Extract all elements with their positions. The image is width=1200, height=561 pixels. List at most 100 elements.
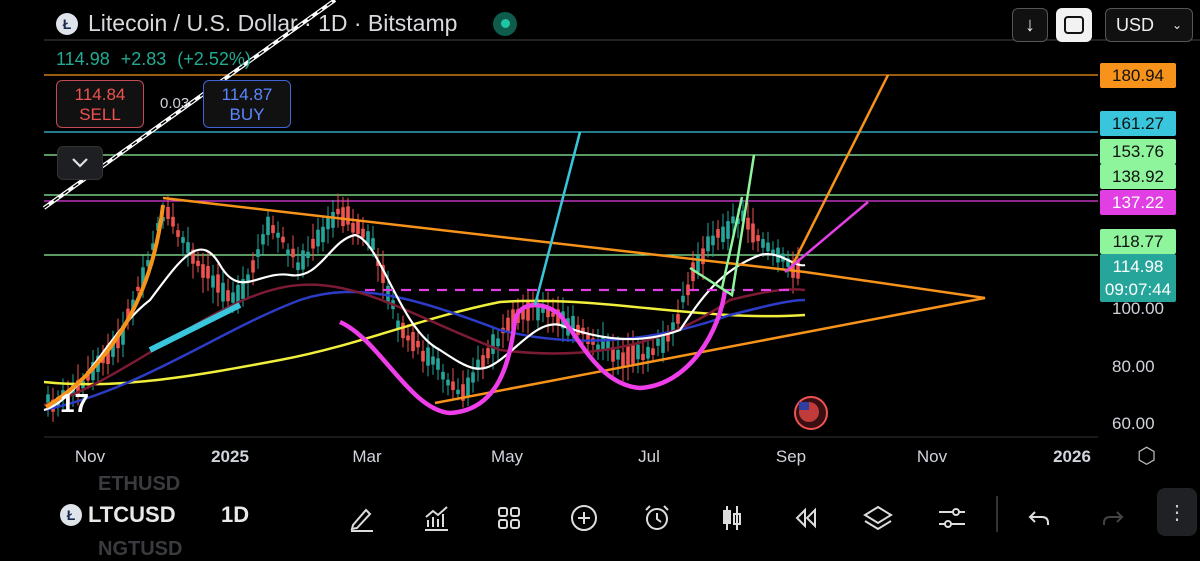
candle-body	[661, 334, 665, 353]
chart-type-button[interactable]	[714, 500, 750, 536]
candle-body	[651, 348, 655, 355]
y-axis-label: 80.00	[1112, 357, 1155, 376]
alarm-icon	[645, 505, 669, 530]
candle-body	[536, 307, 540, 321]
more-button[interactable]: ⋮	[1157, 488, 1197, 536]
fullscreen-button[interactable]	[1056, 8, 1092, 42]
more-icon: ⋮	[1167, 501, 1187, 524]
y-axis-label: 60.00	[1112, 414, 1155, 433]
x-axis-label: 2025	[211, 447, 249, 466]
candle-body	[751, 223, 755, 243]
candle-body	[356, 221, 360, 234]
candle-body	[631, 344, 635, 364]
arrow-down-icon: ↓	[1025, 13, 1035, 36]
redo-button[interactable]	[1095, 500, 1131, 536]
download-button[interactable]: ↓	[1012, 8, 1048, 42]
redo-icon	[1103, 511, 1124, 525]
candle-body	[656, 338, 660, 346]
symbol-selector[interactable]: Ł LTCUSD	[60, 502, 176, 528]
layers-icon	[863, 505, 893, 531]
candle-body	[726, 221, 730, 239]
candle-body	[296, 262, 300, 271]
candle-body	[266, 216, 270, 236]
symbol-list-item-above[interactable]: ETHUSD	[98, 473, 180, 496]
symbol-name: LTCUSD	[88, 502, 176, 527]
replay-button[interactable]	[787, 500, 823, 536]
candle-body	[616, 349, 620, 360]
candle-body	[626, 345, 630, 365]
add-button[interactable]	[566, 500, 602, 536]
candle-body	[636, 344, 640, 360]
candle-body	[166, 206, 170, 219]
candle-body	[456, 389, 460, 395]
candle-body	[696, 255, 700, 273]
candle-body	[276, 232, 280, 238]
candle-body	[306, 251, 310, 258]
undo-icon	[1028, 511, 1049, 525]
price-level-label: 153.76	[1100, 139, 1176, 164]
buy-price: 114.87	[221, 85, 273, 104]
chevron-down-icon: ⌄	[1171, 18, 1182, 32]
candle-body	[286, 249, 290, 256]
symbol-title[interactable]: Litecoin / U.S. Dollar · 1D · Bitstamp	[88, 10, 457, 37]
price-change-pct: (+2.52%)	[177, 49, 251, 69]
sell-button[interactable]: 114.84 SELL	[56, 80, 144, 128]
triangle-pattern	[162, 196, 986, 405]
spread-value: 0.03	[160, 95, 190, 112]
candle-body	[411, 331, 415, 352]
chart-settings-button[interactable]	[934, 500, 970, 536]
candle-body	[256, 249, 260, 257]
target-line-magenta	[784, 201, 869, 273]
candle-body	[291, 248, 295, 258]
price-level-label: 161.27	[1100, 111, 1176, 136]
candle-body	[756, 235, 760, 242]
object-tree-button[interactable]	[860, 500, 896, 536]
replay-icon	[795, 507, 816, 529]
alert-button[interactable]	[639, 500, 675, 536]
chevron-down-icon	[72, 158, 88, 168]
candle-body	[681, 295, 685, 303]
drawing-tool-button[interactable]	[344, 500, 380, 536]
collapse-chevron-button[interactable]	[57, 146, 103, 180]
candle-body	[721, 226, 725, 243]
settings-gear-icon[interactable]: ⬡	[1137, 443, 1156, 469]
candles-icon	[723, 506, 741, 530]
sell-price: 114.84	[74, 85, 126, 104]
indicators-button[interactable]	[418, 500, 454, 536]
buy-label: BUY	[229, 105, 265, 124]
timeframe-button[interactable]: 1D	[221, 502, 249, 528]
candle-body	[406, 335, 410, 341]
candle-body	[346, 206, 350, 225]
candle-body	[201, 264, 205, 278]
candle-body	[281, 236, 285, 243]
buy-button[interactable]: 114.87 BUY	[203, 80, 291, 128]
candle-body	[226, 290, 230, 302]
candle-body	[481, 355, 485, 369]
layouts-button[interactable]	[491, 500, 527, 536]
candle-body	[586, 334, 590, 345]
candle-body	[496, 338, 500, 347]
candle-body	[431, 356, 435, 365]
candle-body	[221, 282, 225, 302]
candle-body	[261, 234, 265, 245]
last-price: 114.98	[56, 49, 110, 69]
candle-body	[316, 229, 320, 247]
candle-body	[766, 242, 770, 252]
candle-body	[196, 260, 200, 267]
chart-header: Ł Litecoin / U.S. Dollar · 1D · Bitstamp	[56, 10, 518, 37]
litecoin-logo-icon: Ł	[60, 504, 82, 526]
grid-icon	[498, 507, 520, 529]
price-chart[interactable]: 17	[0, 0, 1200, 474]
x-axis-label: Jul	[638, 447, 660, 466]
candle-body	[731, 216, 735, 224]
candle-body	[426, 347, 430, 366]
symbol-list-item-below[interactable]: NGTUSD	[98, 538, 182, 561]
candle-body	[486, 348, 490, 359]
candle-body	[506, 317, 510, 333]
candle-body	[186, 242, 190, 254]
undo-button[interactable]	[1021, 500, 1057, 536]
candle-body	[706, 236, 710, 252]
candle-body	[181, 237, 185, 243]
us-flag-canton	[799, 402, 809, 410]
currency-select[interactable]: USD ⌄	[1105, 8, 1193, 42]
